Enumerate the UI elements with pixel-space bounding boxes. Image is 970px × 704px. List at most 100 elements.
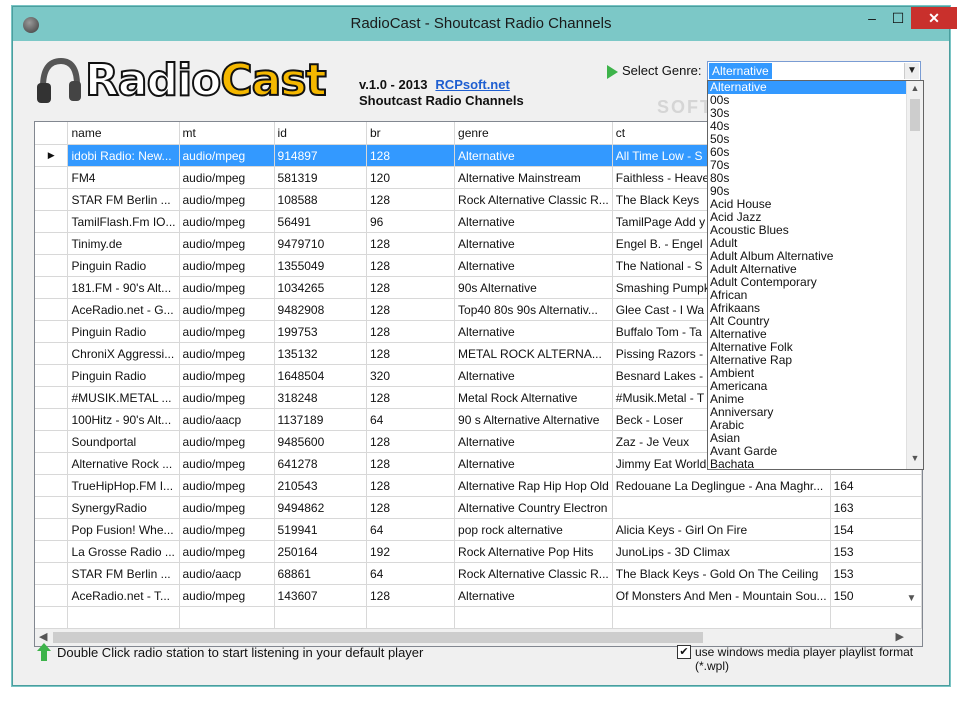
row-header[interactable] <box>35 188 69 211</box>
table-cell <box>274 606 367 629</box>
table-cell: Alternative <box>454 210 613 233</box>
table-cell: 128 <box>366 452 456 475</box>
scroll-right-icon[interactable]: ▶ <box>896 630 904 643</box>
table-cell: 1034265 <box>274 276 367 299</box>
genre-option[interactable]: Alternative <box>708 81 923 94</box>
table-cell: idobi Radio: New... <box>67 144 180 167</box>
table-cell: METAL ROCK ALTERNA... <box>454 342 613 365</box>
table-cell: audio/mpeg <box>179 386 275 409</box>
column-header-genre[interactable]: genre <box>454 122 613 145</box>
close-button[interactable]: ✕ <box>911 7 957 29</box>
row-header[interactable] <box>35 474 69 497</box>
chevron-down-icon[interactable]: ▼ <box>904 63 919 79</box>
row-header[interactable] <box>35 320 69 343</box>
column-header-id[interactable]: id <box>274 122 367 145</box>
table-cell: audio/mpeg <box>179 232 275 255</box>
table-cell: 153 <box>830 562 922 585</box>
table-row[interactable]: SynergyRadio audio/mpeg 9494862 128 Alternat… <box>35 496 922 519</box>
chevron-up-icon[interactable]: ▲ <box>907 83 923 97</box>
genre-option[interactable]: 00s <box>708 94 923 107</box>
table-cell: 100Hitz - 90's Alt... <box>67 408 180 431</box>
wpl-format-label[interactable]: use windows media player playlist format… <box>695 645 945 673</box>
genre-dropdown-list[interactable]: Alternative 00s 30s 40s 50s 60s 70s 80s 90s Acid … <box>707 80 924 470</box>
row-header[interactable] <box>35 232 69 255</box>
scroll-down-icon[interactable]: ▼ <box>903 593 920 629</box>
minimize-button[interactable]: – <box>859 7 885 29</box>
row-header[interactable] <box>35 518 69 541</box>
table-cell: STAR FM Berlin ... <box>67 188 180 211</box>
genre-option[interactable]: Acoustic Blues <box>708 224 923 237</box>
row-header[interactable] <box>35 210 69 233</box>
chevron-down-icon[interactable]: ▼ <box>907 453 923 467</box>
table-row[interactable]: TrueHipHop.FM I... audio/mpeg 210543 128 Alt… <box>35 474 922 497</box>
table-cell: 641278 <box>274 452 367 475</box>
table-cell: 128 <box>366 386 456 409</box>
row-header[interactable] <box>35 430 69 453</box>
table-cell: 181.FM - 90's Alt... <box>67 276 180 299</box>
table-cell: audio/mpeg <box>179 584 275 607</box>
genre-option[interactable]: Bachata <box>708 458 923 470</box>
table-row[interactable] <box>35 606 922 629</box>
table-cell: 64 <box>366 408 456 431</box>
title-bar[interactable]: RadioCast - Shoutcast Radio Channels – ☐… <box>13 7 957 41</box>
genre-option[interactable]: 30s <box>708 107 923 120</box>
table-row[interactable]: STAR FM Berlin ... audio/aacp 68861 64 Rock … <box>35 562 922 585</box>
genre-select[interactable]: Alternative ▼ <box>707 61 921 81</box>
genre-option[interactable]: Arabic <box>708 419 923 432</box>
scroll-left-icon[interactable]: ◀ <box>39 630 47 643</box>
website-link[interactable]: RCPsoft.net <box>435 77 509 92</box>
row-header[interactable] <box>35 166 69 189</box>
scroll-thumb[interactable] <box>53 632 703 643</box>
row-header[interactable] <box>35 254 69 277</box>
logo-wordmark: RadioCast <box>84 54 328 107</box>
genre-label: Select Genre: <box>622 63 702 78</box>
genre-option[interactable]: 40s <box>708 120 923 133</box>
table-row[interactable]: Pop Fusion! Whe... audio/mpeg 519941 64 pop … <box>35 518 922 541</box>
column-header-name[interactable]: name <box>67 122 180 145</box>
table-cell <box>67 606 180 629</box>
row-header[interactable] <box>35 364 69 387</box>
row-header-corner <box>35 122 69 145</box>
window-title: RadioCast - Shoutcast Radio Channels <box>350 15 612 32</box>
dropdown-scroll-thumb[interactable] <box>910 99 920 131</box>
row-header[interactable] <box>35 276 69 299</box>
row-header[interactable] <box>35 452 69 475</box>
genre-option[interactable]: 80s <box>708 172 923 185</box>
table-cell: audio/mpeg <box>179 430 275 453</box>
row-header[interactable] <box>35 342 69 365</box>
row-header[interactable] <box>35 606 69 629</box>
row-header[interactable] <box>35 386 69 409</box>
table-cell: Alternative <box>454 254 613 277</box>
row-header[interactable] <box>35 298 69 321</box>
dropdown-scrollbar[interactable]: ▲ ▼ <box>906 81 923 469</box>
genre-option[interactable]: 60s <box>708 146 923 159</box>
row-header[interactable] <box>35 408 69 431</box>
maximize-button[interactable]: ☐ <box>885 7 911 29</box>
table-cell <box>454 606 613 629</box>
column-header-mt[interactable]: mt <box>179 122 275 145</box>
table-cell: JunoLips - 3D Climax <box>612 540 831 563</box>
table-row[interactable]: La Grosse Radio ... audio/mpeg 250164 192 Ro… <box>35 540 922 563</box>
table-cell: 9485600 <box>274 430 367 453</box>
wpl-format-checkbox[interactable]: ✔ <box>677 645 691 659</box>
genre-option[interactable]: 70s <box>708 159 923 172</box>
table-cell: 108588 <box>274 188 367 211</box>
table-cell: audio/mpeg <box>179 452 275 475</box>
table-cell: AceRadio.net - T... <box>67 584 180 607</box>
genre-option[interactable]: 50s <box>708 133 923 146</box>
row-header[interactable] <box>35 584 69 607</box>
table-cell: 56491 <box>274 210 367 233</box>
table-cell: Redouane La Deglingue - Ana Maghr... <box>612 474 831 497</box>
row-header[interactable] <box>35 540 69 563</box>
table-cell: 210543 <box>274 474 367 497</box>
table-row[interactable]: AceRadio.net - T... audio/mpeg 143607 128 Al… <box>35 584 922 607</box>
row-header[interactable] <box>35 496 69 519</box>
table-cell: 128 <box>366 254 456 277</box>
row-header[interactable]: ▶ <box>35 144 69 167</box>
row-header[interactable] <box>35 562 69 585</box>
table-cell: 120 <box>366 166 456 189</box>
column-header-br[interactable]: br <box>366 122 456 145</box>
table-cell: 199753 <box>274 320 367 343</box>
arrow-up-icon <box>37 643 51 661</box>
table-cell: 128 <box>366 298 456 321</box>
